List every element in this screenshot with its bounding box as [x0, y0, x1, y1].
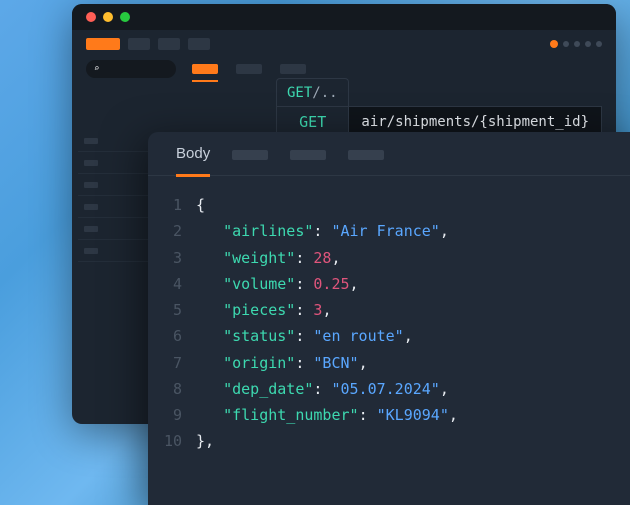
line-number: 1	[148, 192, 196, 218]
status-dot-icon	[585, 41, 591, 47]
code-line: 7 "origin": "BCN",	[148, 350, 630, 376]
search-icon: ⌕	[94, 64, 99, 74]
line-number: 10	[148, 428, 196, 454]
status-dot-icon	[550, 40, 558, 48]
status-dot-icon	[563, 41, 569, 47]
traffic-lights	[86, 12, 130, 22]
search-input[interactable]: ⌕	[86, 60, 176, 78]
toolbar-item[interactable]	[158, 38, 180, 50]
line-number: 5	[148, 297, 196, 323]
status-dot-icon	[574, 41, 580, 47]
sidebar	[78, 130, 150, 262]
tab-item[interactable]	[348, 150, 384, 160]
line-number: 2	[148, 218, 196, 244]
response-panel: Body 1{2 "airlines": "Air France",3 "wei…	[148, 132, 630, 505]
line-number: 4	[148, 271, 196, 297]
toolbar-active-item[interactable]	[86, 38, 120, 50]
toolbar-item[interactable]	[188, 38, 210, 50]
toolbar	[72, 30, 616, 54]
line-number: 3	[148, 245, 196, 271]
code-content: "status": "en route",	[196, 323, 413, 349]
code-content: "airlines": "Air France",	[196, 218, 449, 244]
method-label: GET	[287, 85, 312, 101]
code-line: 6 "status": "en route",	[148, 323, 630, 349]
sidebar-item[interactable]	[78, 174, 150, 196]
line-number: 6	[148, 323, 196, 349]
maximize-icon[interactable]	[120, 12, 130, 22]
sidebar-item[interactable]	[78, 218, 150, 240]
path-suffix: /..	[312, 85, 337, 101]
code-line: 9 "flight_number": "KL9094",	[148, 402, 630, 428]
code-content: "weight": 28,	[196, 245, 341, 271]
sidebar-item[interactable]	[78, 130, 150, 152]
line-number: 8	[148, 376, 196, 402]
code-line: 2 "airlines": "Air France",	[148, 218, 630, 244]
code-content: "origin": "BCN",	[196, 350, 368, 376]
status-dot-icon	[596, 41, 602, 47]
code-line: 4 "volume": 0.25,	[148, 271, 630, 297]
line-number: 9	[148, 402, 196, 428]
code-line: 5 "pieces": 3,	[148, 297, 630, 323]
minimize-icon[interactable]	[103, 12, 113, 22]
nav-tab[interactable]	[236, 64, 262, 74]
code-line: 8 "dep_date": "05.07.2024",	[148, 376, 630, 402]
tab-item[interactable]	[290, 150, 326, 160]
close-icon[interactable]	[86, 12, 96, 22]
code-content: "volume": 0.25,	[196, 271, 359, 297]
nav-tab[interactable]	[280, 64, 306, 74]
response-tabs: Body	[148, 132, 630, 176]
code-content: },	[196, 428, 214, 454]
tab-body[interactable]: Body	[176, 145, 210, 177]
tab-item[interactable]	[232, 150, 268, 160]
code-content: "pieces": 3,	[196, 297, 331, 323]
line-number: 7	[148, 350, 196, 376]
titlebar	[72, 4, 616, 30]
nav-tab-active[interactable]	[192, 64, 218, 74]
code-editor[interactable]: 1{2 "airlines": "Air France",3 "weight":…	[148, 176, 630, 455]
code-line: 3 "weight": 28,	[148, 245, 630, 271]
request-tab[interactable]: GET/..	[276, 78, 349, 107]
toolbar-indicator	[550, 40, 602, 48]
code-content: "dep_date": "05.07.2024",	[196, 376, 449, 402]
code-content: {	[196, 192, 205, 218]
nav-tabs	[188, 64, 306, 74]
code-line: 10},	[148, 428, 630, 454]
sidebar-item[interactable]	[78, 196, 150, 218]
code-line: 1{	[148, 192, 630, 218]
toolbar-item[interactable]	[128, 38, 150, 50]
sidebar-item[interactable]	[78, 240, 150, 262]
sidebar-item[interactable]	[78, 152, 150, 174]
code-content: "flight_number": "KL9094",	[196, 402, 458, 428]
